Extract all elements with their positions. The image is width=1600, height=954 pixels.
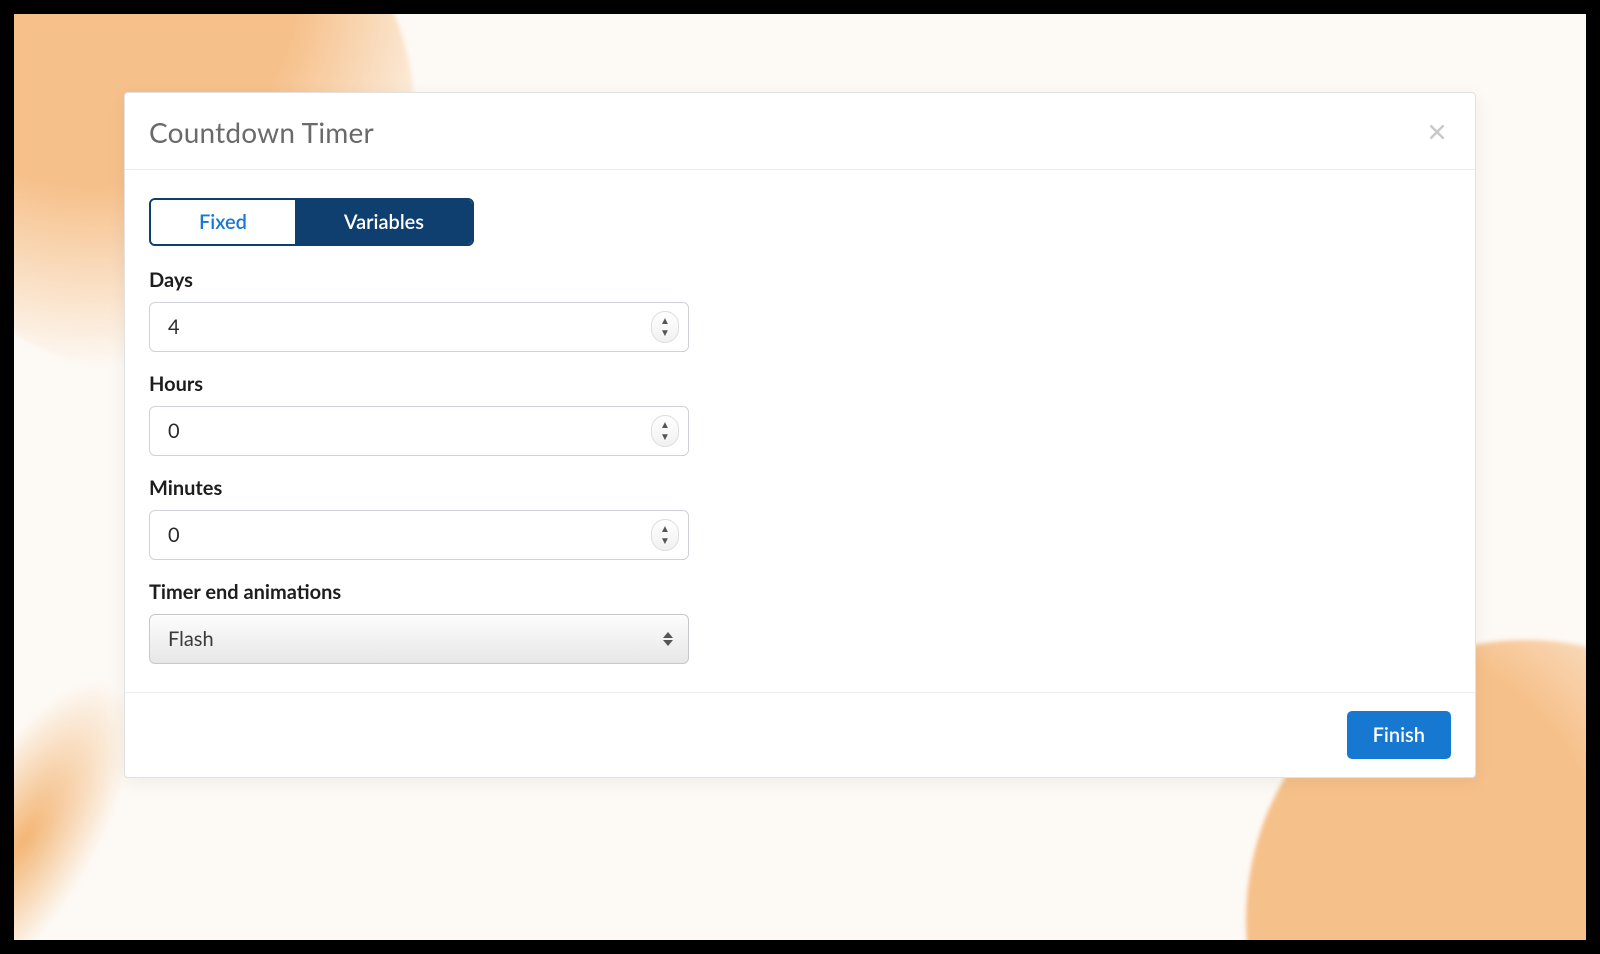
- field-minutes: Minutes ▲ ▼: [149, 476, 689, 560]
- page-background: Countdown Timer Fixed Variables Days ▲: [14, 14, 1586, 940]
- modal-footer: Finish: [125, 692, 1475, 777]
- days-stepper[interactable]: ▲ ▼: [651, 311, 679, 343]
- tab-fixed[interactable]: Fixed: [151, 200, 296, 244]
- hours-stepper[interactable]: ▲ ▼: [651, 415, 679, 447]
- field-animation: Timer end animations Flash: [149, 580, 689, 664]
- chevron-up-icon[interactable]: ▲: [660, 419, 670, 431]
- chevron-down-icon[interactable]: ▼: [660, 327, 670, 339]
- chevron-up-icon[interactable]: ▲: [660, 523, 670, 535]
- close-icon[interactable]: [1423, 118, 1451, 146]
- modal-title: Countdown Timer: [149, 115, 374, 149]
- countdown-timer-modal: Countdown Timer Fixed Variables Days ▲: [124, 92, 1476, 778]
- mode-toggle: Fixed Variables: [149, 198, 474, 246]
- finish-button[interactable]: Finish: [1347, 711, 1451, 759]
- minutes-stepper[interactable]: ▲ ▼: [651, 519, 679, 551]
- animation-label: Timer end animations: [149, 580, 689, 604]
- chevron-down-icon[interactable]: ▼: [660, 535, 670, 547]
- hours-input-wrap: ▲ ▼: [149, 406, 689, 456]
- chevron-up-icon[interactable]: ▲: [660, 315, 670, 327]
- field-days: Days ▲ ▼: [149, 268, 689, 352]
- field-hours: Hours ▲ ▼: [149, 372, 689, 456]
- days-input-wrap: ▲ ▼: [149, 302, 689, 352]
- days-input[interactable]: [149, 302, 689, 352]
- animation-select-wrap: Flash: [149, 614, 689, 664]
- days-label: Days: [149, 268, 689, 292]
- hours-input[interactable]: [149, 406, 689, 456]
- minutes-input[interactable]: [149, 510, 689, 560]
- minutes-input-wrap: ▲ ▼: [149, 510, 689, 560]
- chevron-down-icon[interactable]: ▼: [660, 431, 670, 443]
- modal-body: Fixed Variables Days ▲ ▼ Hours: [125, 170, 1475, 692]
- modal-header: Countdown Timer: [125, 93, 1475, 170]
- hours-label: Hours: [149, 372, 689, 396]
- minutes-label: Minutes: [149, 476, 689, 500]
- tab-variables[interactable]: Variables: [296, 200, 472, 244]
- animation-select[interactable]: Flash: [149, 614, 689, 664]
